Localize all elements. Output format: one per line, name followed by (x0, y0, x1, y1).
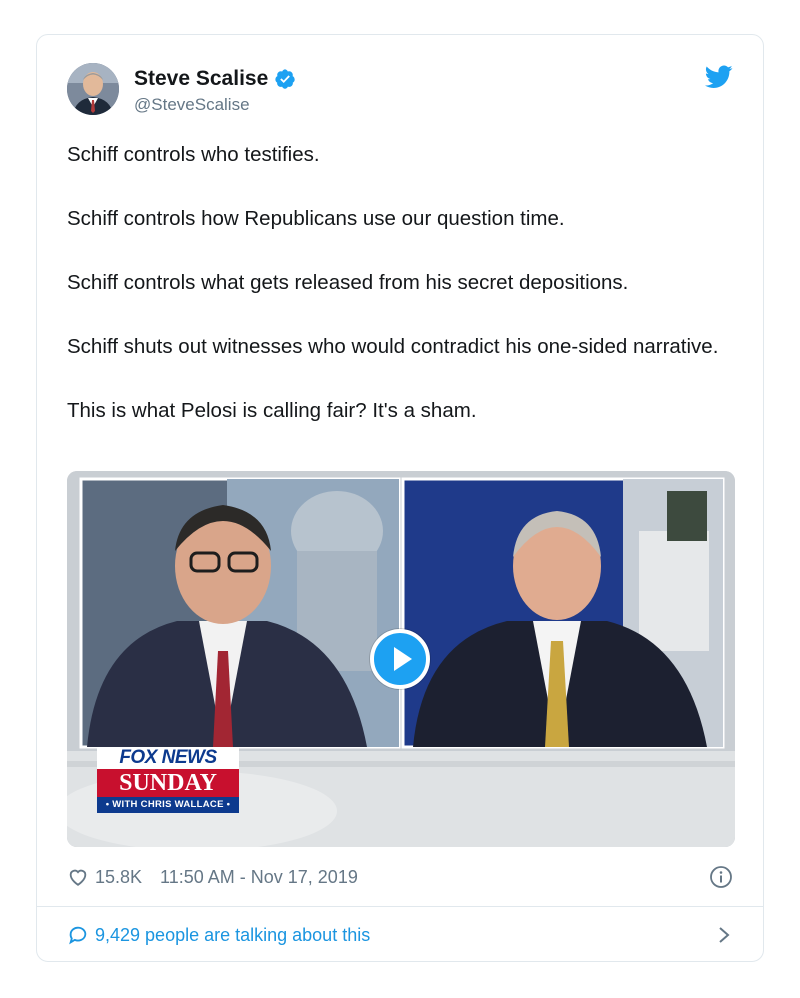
like-count[interactable]: 15.8K (95, 867, 142, 888)
verified-badge-icon (275, 69, 295, 89)
divider (37, 906, 763, 907)
logo-line-2: SUNDAY (97, 769, 239, 797)
heart-icon[interactable] (67, 866, 89, 888)
name-row: Steve Scalise (134, 67, 296, 91)
logo-line-3: • WITH CHRIS WALLACE • (97, 797, 239, 813)
logo-line-1: FOX NEWS (97, 747, 239, 769)
tweet-card[interactable]: Steve Scalise @SteveScalise Schiff contr… (36, 34, 764, 962)
display-name[interactable]: Steve Scalise (134, 67, 268, 91)
video-thumbnail[interactable]: FOX NEWS SUNDAY • WITH CHRIS WALLACE • (67, 471, 735, 847)
tweet-paragraph: Schiff shuts out witnesses who would con… (67, 335, 719, 358)
tweet-timestamp[interactable]: 11:50 AM - Nov 17, 2019 (160, 867, 358, 888)
speech-bubble-icon (69, 926, 87, 945)
twitter-bird-icon[interactable] (705, 65, 733, 89)
info-icon[interactable] (709, 865, 733, 889)
tweet-meta-row: 15.8K 11:50 AM - Nov 17, 2019 (67, 863, 358, 891)
tweet-paragraph: Schiff controls how Republicans use our … (67, 207, 565, 230)
tweet-paragraph: This is what Pelosi is calling fair? It'… (67, 399, 477, 422)
play-icon (393, 647, 412, 671)
chevron-right-icon[interactable] (717, 924, 731, 946)
talking-count-label[interactable]: 9,429 people are talking about this (95, 925, 370, 946)
play-button[interactable] (370, 629, 430, 689)
tweet-text: Schiff controls who testifies. Schiff co… (67, 139, 733, 427)
fox-news-sunday-logo: FOX NEWS SUNDAY • WITH CHRIS WALLACE • (97, 747, 239, 813)
tweet-paragraph: Schiff controls what gets released from … (67, 271, 629, 294)
conversation-link[interactable]: 9,429 people are talking about this (67, 921, 370, 949)
user-handle[interactable]: @SteveScalise (134, 95, 250, 115)
avatar[interactable] (67, 63, 119, 115)
tweet-paragraph: Schiff controls who testifies. (67, 143, 320, 166)
